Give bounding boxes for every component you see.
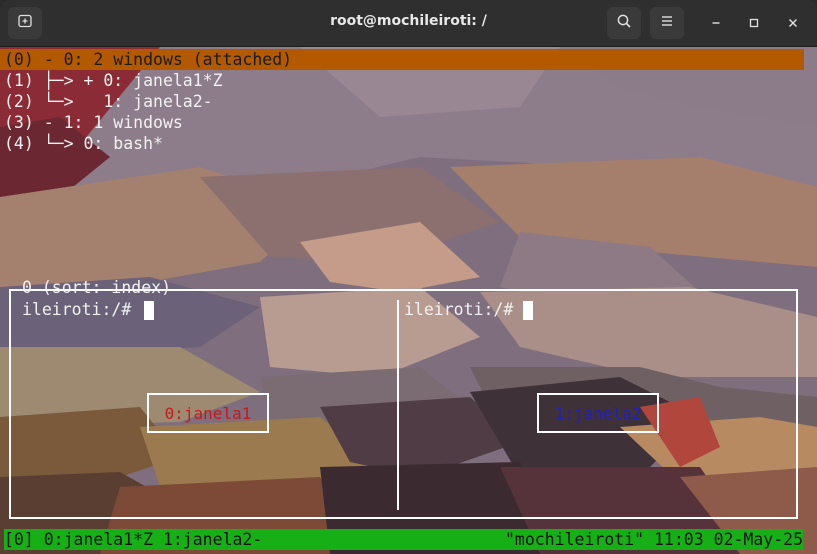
status-host-clock: "mochileiroti" 11:03 02-May-25 [504, 530, 803, 549]
menu-button[interactable] [650, 7, 684, 39]
maximize-icon [748, 14, 760, 33]
right-pane-window-label: 1:janela2 [537, 393, 659, 433]
maximize-button[interactable] [742, 11, 766, 35]
left-pane-cursor [144, 301, 154, 320]
tmux-status-bar: [0] 0:janela1*Z 1:janela2- "mochileiroti… [4, 529, 803, 550]
hamburger-menu-icon [659, 13, 675, 33]
tree-item-session-1[interactable]: (3) - 1: 1 windows [4, 112, 183, 133]
terminal-window: root@mochileiroti: / (0) - 0: 2 windows … [0, 0, 817, 554]
pane-divider [397, 300, 399, 510]
tree-item-session-0[interactable]: (0) - 0: 2 windows (attached) [4, 49, 292, 70]
status-window-list[interactable]: [0] 0:janela1*Z 1:janela2- [4, 529, 262, 550]
search-icon [616, 13, 632, 33]
terminal-area[interactable]: (0) - 0: 2 windows (attached) (1) ├─> + … [0, 47, 817, 554]
close-button[interactable] [781, 11, 805, 35]
right-pane-prompt: ileiroti:/# [404, 300, 514, 319]
tree-item-window-bash[interactable]: (4) └─> 0: bash* [4, 133, 163, 154]
tree-item-window-janela1[interactable]: (1) ├─> + 0: janela1*Z [4, 70, 223, 91]
session-preview-box [9, 289, 798, 519]
window-title: root@mochileiroti: / [330, 13, 487, 29]
minimize-button[interactable] [704, 11, 728, 35]
tree-item-window-janela2[interactable]: (2) └─> 1: janela2- [4, 91, 213, 112]
preview-label: 0 (sort: index) [22, 278, 172, 297]
left-pane-prompt: ileiroti:/# [22, 300, 132, 319]
search-button[interactable] [607, 7, 641, 39]
title-bar: root@mochileiroti: / [0, 0, 817, 47]
close-icon [787, 14, 799, 33]
minimize-icon [710, 14, 722, 33]
right-pane-cursor [523, 301, 533, 320]
left-pane-window-label: 0:janela1 [147, 393, 269, 433]
